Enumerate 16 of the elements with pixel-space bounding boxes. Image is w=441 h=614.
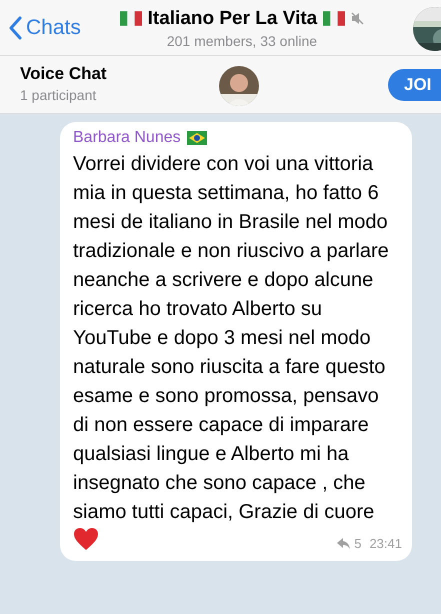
sender-name: Barbara Nunes (73, 128, 181, 148)
chevron-left-icon (8, 16, 22, 40)
message-time: 23:41 (369, 534, 402, 552)
back-button[interactable]: Chats (0, 12, 81, 44)
voice-chat-title: Voice Chat (20, 63, 107, 85)
italy-flag-icon (323, 11, 346, 26)
message-text: Vorrei dividere con voi una vittoria mia in questa settimana, ho fatto 6 mesi de italiano in Brasile nel modo tradizionale e non riuscivo a parlare neanche a scrivere e dopo alcune ricerca ho trovato Alberto su YouTube e dopo 3 mesi nel modo naturale sono riuscita a fare questo esame e sono promossa, pensavo di non essere capace di imparare qualsiasi lingue e Alberto mi ha insegnato che sono capace , che siamo tutti capaci, Grazie di cuore (73, 152, 390, 525)
forward-count: 5 (354, 534, 362, 552)
brazil-flag-icon (186, 131, 207, 145)
forward-icon (337, 538, 350, 549)
join-button[interactable]: JOI (388, 69, 441, 101)
member-count: 201 members, 33 online (166, 33, 318, 50)
chat-title: Italiano Per La Vita (148, 6, 318, 30)
participant-count: 1 participant (20, 86, 98, 105)
italy-flag-icon (120, 11, 142, 26)
heart-icon (73, 527, 99, 551)
